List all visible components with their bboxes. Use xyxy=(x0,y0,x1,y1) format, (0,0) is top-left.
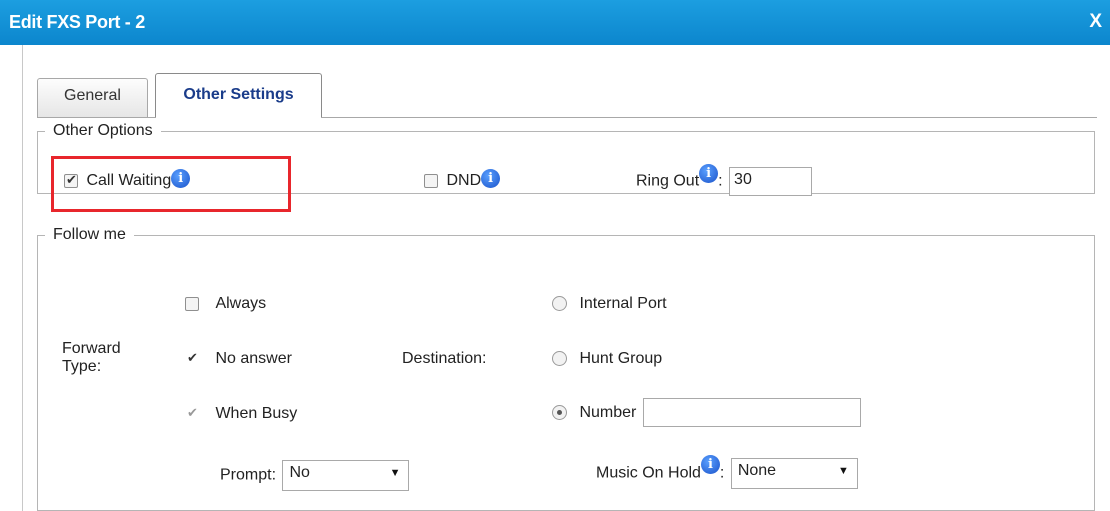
dropdown-arrow-icon: ▼ xyxy=(837,465,849,477)
when-busy-option: When Busy xyxy=(185,405,297,423)
close-icon[interactable]: X xyxy=(1089,11,1102,33)
music-on-hold-select[interactable]: None ▼ xyxy=(730,458,858,489)
info-icon[interactable]: i xyxy=(699,164,719,183)
no-answer-checkbox[interactable] xyxy=(185,350,199,366)
dialog-content: General Other Settings Other Options Fol… xyxy=(22,45,1110,511)
when-busy-label: When Busy xyxy=(215,405,298,422)
dnd-checkbox[interactable] xyxy=(424,173,438,188)
follow-me-legend: Follow me xyxy=(53,226,126,243)
dialog-titlebar: Edit FXS Port - 2 X xyxy=(0,0,1110,45)
prompt-field: Prompt: No ▼ xyxy=(220,460,410,491)
prompt-select[interactable]: No ▼ xyxy=(282,460,410,491)
follow-me-group: Follow me xyxy=(37,226,1095,511)
hunt-group-option[interactable]: Hunt Group xyxy=(552,350,662,368)
no-answer-option[interactable]: No answer xyxy=(185,350,292,368)
prompt-label: Prompt: xyxy=(220,466,277,484)
info-icon[interactable]: i xyxy=(481,169,501,188)
other-options-legend: Other Options xyxy=(53,122,153,139)
hunt-group-label: Hunt Group xyxy=(579,350,663,367)
highlight-box xyxy=(51,156,291,212)
number-option[interactable]: Number xyxy=(552,398,861,427)
ring-out-input[interactable]: 30 xyxy=(729,167,813,196)
internal-port-option[interactable]: Internal Port xyxy=(552,295,667,313)
forward-type-label: Forward Type: xyxy=(62,340,121,375)
number-radio[interactable] xyxy=(552,405,567,420)
music-on-hold-value: None xyxy=(737,462,777,479)
no-answer-label: No answer xyxy=(215,350,292,367)
ring-out-option: Ring Out i: 30 xyxy=(636,164,813,196)
always-checkbox[interactable] xyxy=(185,296,199,311)
always-option[interactable]: Always xyxy=(185,295,266,313)
music-on-hold-label: Music On Hold xyxy=(596,464,701,482)
ring-out-label: Ring Out xyxy=(636,172,700,190)
always-label: Always xyxy=(215,295,267,312)
tab-divider xyxy=(37,117,1097,118)
dropdown-arrow-icon: ▼ xyxy=(389,467,401,479)
dnd-option[interactable]: DND i xyxy=(424,169,501,190)
number-label: Number xyxy=(579,403,637,421)
dialog-title: Edit FXS Port - 2 xyxy=(9,12,145,32)
destination-label: Destination: xyxy=(402,350,487,367)
when-busy-checkbox xyxy=(185,405,199,421)
hunt-group-radio[interactable] xyxy=(552,351,567,367)
info-icon[interactable]: i xyxy=(700,455,720,474)
tab-general[interactable]: General xyxy=(37,78,148,117)
tab-other-settings[interactable]: Other Settings xyxy=(155,73,322,117)
internal-port-label: Internal Port xyxy=(579,295,667,312)
music-on-hold-field: Music On Holdi: None ▼ xyxy=(596,455,858,489)
prompt-value: No xyxy=(289,464,310,481)
dnd-label: DND xyxy=(446,172,482,189)
number-input[interactable] xyxy=(642,398,861,427)
internal-port-radio[interactable] xyxy=(552,296,567,312)
